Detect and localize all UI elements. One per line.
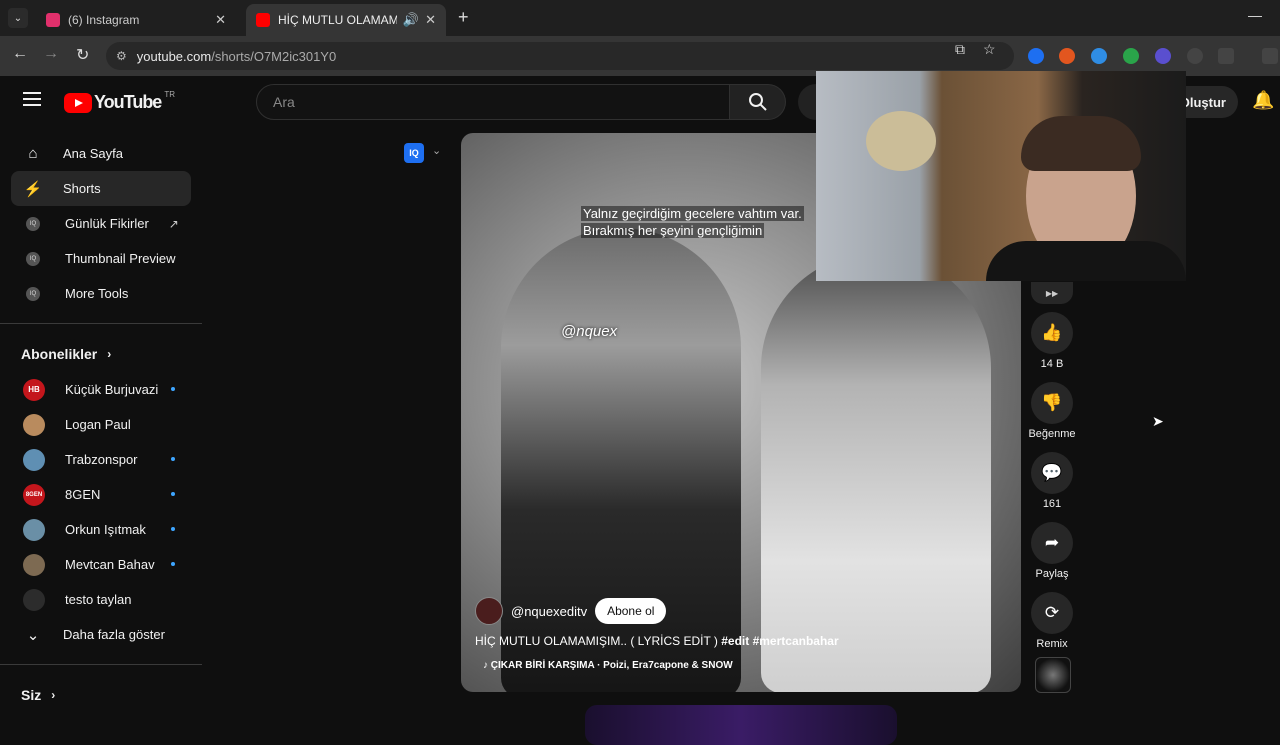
extension-icon[interactable]: [1187, 48, 1203, 64]
streamer-hair: [1021, 116, 1141, 171]
new-content-dot: [171, 387, 175, 391]
show-more-button[interactable]: ⌄ Daha fazla göster: [11, 617, 191, 652]
short-title[interactable]: HİÇ MUTLU OLAMAMIŞIM.. ( LYRİCS EDİT ) #…: [475, 634, 839, 648]
subscription-item[interactable]: 8GEN 8GEN: [11, 477, 191, 512]
channel-name[interactable]: @nquexeditv: [511, 604, 587, 619]
subscribe-button[interactable]: Abone ol: [595, 598, 667, 624]
streamer-body: [986, 241, 1186, 281]
avatar: HB: [23, 378, 45, 401]
notifications-bell-icon[interactable]: 🔔: [1252, 90, 1274, 111]
search-button[interactable]: [730, 84, 786, 120]
audio-thumbnail[interactable]: [1035, 657, 1071, 693]
iq-extension-icon[interactable]: [1028, 48, 1044, 64]
new-content-dot: [171, 562, 175, 566]
iq-icon: IQ: [26, 251, 40, 266]
new-content-dot: [171, 457, 175, 461]
reload-icon[interactable]: ↻: [76, 45, 89, 65]
chat-extension-icon[interactable]: [1123, 48, 1139, 64]
address-bar[interactable]: ⚙ youtube.com/shorts/O7M2ic301Y0: [106, 42, 1014, 70]
external-link-icon: ↗: [168, 216, 179, 231]
home-icon: ⌂: [28, 145, 38, 162]
back-icon[interactable]: ←: [12, 45, 28, 63]
install-icon[interactable]: ⧉: [955, 41, 965, 58]
channel-avatar[interactable]: [475, 597, 503, 625]
sidebar: ⌂ Ana Sayfa ⚡ Shorts IQ Günlük Fikirler ↗ IQ…: [0, 136, 202, 713]
avatar: [23, 588, 45, 611]
search-input[interactable]: Ara: [256, 84, 730, 120]
video-watermark: @nquex: [561, 323, 618, 340]
iq-icon: IQ: [26, 216, 40, 231]
shorts-icon: ⚡: [23, 180, 43, 198]
close-tab-icon[interactable]: ✕: [215, 12, 226, 28]
youtube-icon: [256, 13, 270, 27]
next-short-preview[interactable]: [585, 705, 897, 745]
youtube-play-icon: [64, 92, 92, 113]
forward-icon[interactable]: →: [43, 45, 59, 63]
short-actions: ▶▶ 👍 14 B 👎 Beğenme 💬 161 ➦ Paylaş ⟳ Remix: [1028, 282, 1076, 662]
close-tab-icon[interactable]: ✕: [425, 12, 436, 28]
browser-toolbar: ← → ↻ ⚙ youtube.com/shorts/O7M2ic301Y0 ⧉…: [0, 36, 1280, 76]
speaker-icon[interactable]: 🔊: [403, 12, 419, 28]
tab-youtube[interactable]: HİÇ MUTLU OLAMAMIŞIM.. 🔊 ✕: [246, 4, 446, 36]
new-content-dot: [171, 492, 175, 496]
new-tab-button[interactable]: +: [458, 7, 469, 28]
menu-icon[interactable]: [1262, 48, 1278, 64]
channel-row: @nquexeditv Abone ol: [475, 597, 667, 625]
search-icon: [748, 93, 767, 111]
chevron-down-icon[interactable]: ⌄: [432, 144, 441, 157]
avatar: [23, 553, 45, 576]
extension-icon[interactable]: [1155, 48, 1171, 64]
music-link[interactable]: ♪ ÇIKAR BİRİ KARŞIMA · Poizi, Era7capone…: [483, 660, 733, 671]
bookmark-star-icon[interactable]: ☆: [983, 41, 996, 58]
tab-search-button[interactable]: ⌄: [8, 8, 28, 28]
video-frame-person-right: [761, 253, 991, 692]
subscription-item[interactable]: Trabzonspor: [11, 442, 191, 477]
avatar: [23, 518, 45, 541]
url-text: youtube.com/shorts/O7M2ic301Y0: [136, 48, 337, 64]
mouse-cursor-icon: ➤: [1152, 413, 1164, 429]
chevron-right-icon: ›: [51, 688, 56, 702]
divider: [0, 323, 202, 324]
subscriptions-header[interactable]: Abonelikler ›: [0, 336, 202, 372]
dislike-button[interactable]: 👎: [1031, 382, 1073, 424]
subscription-item[interactable]: Mevtcan Bahav: [11, 547, 191, 582]
iq-badge-icon[interactable]: IQ: [404, 143, 424, 163]
minimize-button[interactable]: —: [1248, 7, 1262, 23]
youtube-logo[interactable]: YouTube TR: [64, 90, 175, 113]
sidebar-item-thumbnail-preview[interactable]: IQ Thumbnail Preview: [11, 241, 191, 276]
tab-instagram[interactable]: (6) Instagram ✕: [36, 4, 236, 36]
subscription-item[interactable]: Orkun Işıtmak: [11, 512, 191, 547]
avatar: [23, 413, 45, 436]
avatar: 8GEN: [23, 483, 45, 506]
sidebar-item-more-tools[interactable]: IQ More Tools: [11, 276, 191, 311]
chevron-right-icon: ›: [107, 347, 112, 361]
subscription-item[interactable]: HB Küçük Burjuvazi: [11, 372, 191, 407]
remix-button[interactable]: ⟳: [1031, 592, 1073, 634]
site-info-icon[interactable]: ⚙: [116, 49, 127, 63]
hamburger-menu-icon[interactable]: [23, 92, 41, 106]
iq-icon: IQ: [26, 286, 40, 301]
iq-fastforward-icon[interactable]: ▶▶: [1031, 282, 1073, 304]
webcam-overlay: [816, 71, 1186, 281]
avatar: [23, 448, 45, 471]
subscription-item[interactable]: Logan Paul: [11, 407, 191, 442]
sidebar-item-shorts[interactable]: ⚡ Shorts: [11, 171, 191, 206]
browser-tab-bar: ⌄ (6) Instagram ✕ HİÇ MUTLU OLAMAMIŞIM..…: [0, 0, 1280, 36]
sidebar-item-home[interactable]: ⌂ Ana Sayfa: [11, 136, 191, 171]
comments-button[interactable]: 💬: [1031, 452, 1073, 494]
lyric-caption: Yalnız geçirdiğim gecelere vahtım var. B…: [581, 206, 804, 238]
divider: [0, 664, 202, 665]
shazam-extension-icon[interactable]: [1091, 48, 1107, 64]
extensions-puzzle-icon[interactable]: [1218, 48, 1234, 64]
share-button[interactable]: ➦: [1031, 522, 1073, 564]
like-button[interactable]: 👍: [1031, 312, 1073, 354]
decor-basket: [866, 111, 936, 171]
instagram-icon: [46, 13, 60, 27]
fox-extension-icon[interactable]: [1059, 48, 1075, 64]
sidebar-item-daily-ideas[interactable]: IQ Günlük Fikirler ↗: [11, 206, 191, 241]
new-content-dot: [171, 527, 175, 531]
subscription-item[interactable]: testo taylan: [11, 582, 191, 617]
chevron-down-icon: ⌄: [26, 626, 40, 644]
you-header[interactable]: Siz ›: [0, 677, 202, 713]
